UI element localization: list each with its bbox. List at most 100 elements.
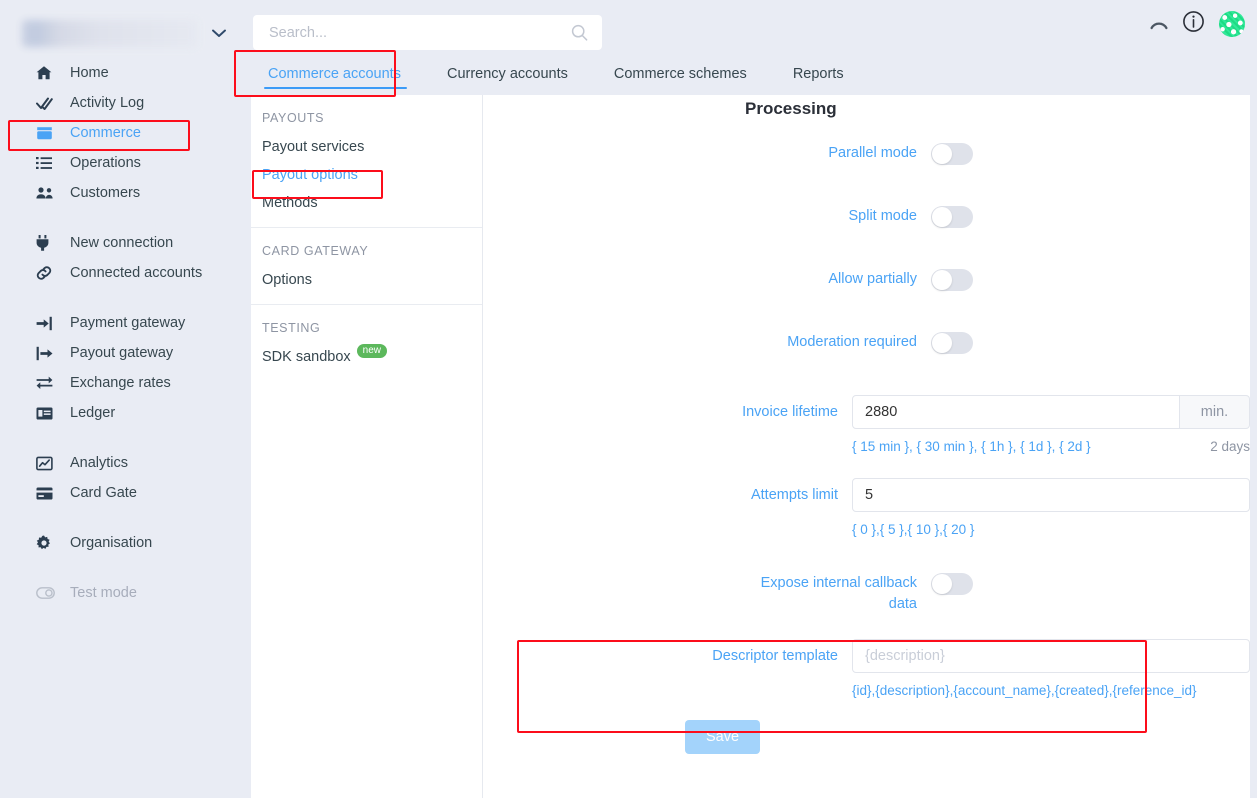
sidebar-item-label: Activity Log — [70, 95, 145, 111]
parallel-mode-toggle[interactable] — [931, 143, 973, 165]
credit-card-icon — [36, 487, 60, 500]
store-icon — [36, 126, 60, 141]
invoice-lifetime-label: Invoice lifetime — [742, 404, 838, 420]
expose-internal-callback-control — [931, 573, 1250, 600]
row-moderation-required: Moderation required — [483, 332, 1250, 359]
save-button[interactable]: Save — [685, 720, 760, 754]
sidebar-item-customers[interactable]: Customers — [0, 178, 251, 208]
search-input[interactable] — [253, 16, 553, 49]
avatar[interactable] — [1219, 11, 1245, 37]
sidebar-item-activity-log[interactable]: Activity Log — [0, 88, 251, 118]
sidebar-item-label: Exchange rates — [70, 375, 171, 391]
chevron-down-icon — [212, 27, 226, 40]
sidebar-item-label: Test mode — [70, 585, 137, 601]
row-descriptor-template: Descriptor template {id},{description},{… — [483, 639, 1250, 698]
sidebar-item-exchange-rates[interactable]: Exchange rates — [0, 368, 251, 398]
sidebar-item-label: Card Gate — [70, 485, 137, 501]
sign-in-icon — [36, 316, 60, 331]
sidebar-item-label: Analytics — [70, 455, 129, 471]
home-icon — [36, 65, 60, 81]
info-circle-icon[interactable] — [1182, 10, 1205, 38]
sidebar-item-new-connection[interactable]: New connection — [0, 228, 251, 258]
invoice-lifetime-unit: min. — [1180, 395, 1250, 429]
row-attempts-limit: Attempts limit { 0 },{ 5 },{ 10 },{ 20 } — [483, 478, 1250, 537]
sidebar-item-ledger[interactable]: Ledger — [0, 398, 251, 428]
subnav-section-payouts: PAYOUTS Payout services Payout options M… — [251, 95, 482, 228]
app-root: Home Activity Log Commerce Operations Cu… — [0, 0, 1257, 798]
descriptor-template-presets[interactable]: {id},{description},{account_name},{creat… — [852, 683, 1197, 698]
toggle-knob — [932, 207, 952, 227]
attempts-limit-presets[interactable]: { 0 },{ 5 },{ 10 },{ 20 } — [852, 522, 974, 537]
sidebar-item-operations[interactable]: Operations — [0, 148, 251, 178]
subnav-item-methods[interactable]: Methods — [251, 189, 482, 217]
subnav-item-payout-options[interactable]: Payout options — [251, 161, 482, 189]
ledger-card-icon — [36, 407, 60, 420]
subnav-section-title: TESTING — [262, 321, 321, 335]
descriptor-template-label: Descriptor template — [712, 648, 838, 664]
tab-currency-accounts[interactable]: Currency accounts — [433, 66, 582, 95]
tab-reports[interactable]: Reports — [779, 66, 858, 95]
settings-subnav: PAYOUTS Payout services Payout options M… — [251, 95, 483, 798]
nav-divider-3 — [0, 428, 251, 448]
org-switcher[interactable] — [22, 18, 228, 49]
search-icon[interactable] — [571, 24, 588, 46]
tab-commerce-schemes[interactable]: Commerce schemes — [600, 66, 761, 95]
tab-bar: Commerce accounts Currency accounts Comm… — [251, 50, 1257, 95]
sidebar-item-label: Home — [70, 65, 109, 81]
tab-commerce-accounts[interactable]: Commerce accounts — [254, 66, 415, 95]
exchange-icon — [36, 376, 60, 390]
list-icon — [36, 156, 60, 170]
subnav-item-options[interactable]: Options — [251, 266, 482, 294]
sidebar-item-home[interactable]: Home — [0, 58, 251, 88]
sign-out-icon — [36, 346, 60, 361]
row-spacer — [483, 615, 1250, 639]
subnav-item-sdk-sandbox[interactable]: SDK sandbox new — [251, 343, 482, 371]
nav-divider-2 — [0, 288, 251, 308]
plug-icon — [36, 235, 60, 251]
moderation-required-label: Moderation required — [787, 334, 917, 350]
tab-label: Reports — [792, 66, 844, 82]
row-spacer — [483, 454, 1250, 478]
sidebar-item-card-gate[interactable]: Card Gate — [0, 478, 251, 508]
sidebar-item-label: Organisation — [70, 535, 153, 551]
page-title: Processing — [745, 99, 837, 118]
search-box[interactable] — [253, 15, 602, 50]
chart-line-icon — [36, 456, 60, 471]
invoice-lifetime-hints: { 15 min }, { 30 min }, { 1h }, { 1d }, … — [852, 439, 1250, 454]
sidebar-item-label: Connected accounts — [70, 265, 203, 281]
sidebar-item-test-mode[interactable]: Test mode — [0, 578, 251, 608]
invoice-lifetime-input-group: min. — [852, 395, 1250, 429]
subnav-item-label: Methods — [262, 195, 318, 211]
sidebar-item-analytics[interactable]: Analytics — [0, 448, 251, 478]
form-rows: Parallel mode Split mode Allow partially — [483, 143, 1250, 754]
expose-internal-callback-toggle[interactable] — [931, 573, 973, 595]
moderation-required-toggle[interactable] — [931, 332, 973, 354]
sidebar-item-commerce[interactable]: Commerce — [0, 118, 251, 148]
tab-label: Commerce schemes — [613, 66, 747, 82]
subnav-item-payout-services[interactable]: Payout services — [251, 133, 482, 161]
descriptor-template-control: {id},{description},{account_name},{creat… — [852, 639, 1250, 698]
chevron-up-icon[interactable] — [1150, 16, 1168, 33]
sidebar-item-connected-accounts[interactable]: Connected accounts — [0, 258, 251, 288]
sidebar-item-payment-gateway[interactable]: Payment gateway — [0, 308, 251, 338]
content-panel: PAYOUTS Payout services Payout options M… — [251, 95, 1250, 798]
subnav-section-card-gateway: CARD GATEWAY Options — [251, 228, 482, 305]
allow-partially-toggle[interactable] — [931, 269, 973, 291]
row-invoice-lifetime: Invoice lifetime min. { 15 min }, { 30 m… — [483, 395, 1250, 454]
invoice-lifetime-presets[interactable]: { 15 min }, { 30 min }, { 1h }, { 1d }, … — [852, 439, 1091, 454]
split-mode-toggle[interactable] — [931, 206, 973, 228]
top-bar — [251, 0, 1257, 50]
attempts-limit-input[interactable] — [852, 478, 1250, 512]
attempts-limit-control: { 0 },{ 5 },{ 10 },{ 20 } — [852, 478, 1250, 537]
sidebar-item-label: Commerce — [70, 125, 141, 141]
subnav-section-title: PAYOUTS — [262, 111, 325, 125]
tab-label: Currency accounts — [446, 66, 568, 82]
invoice-lifetime-input[interactable] — [852, 395, 1180, 429]
attempts-limit-label: Attempts limit — [750, 487, 838, 503]
moderation-required-control — [931, 332, 1250, 359]
descriptor-template-input[interactable] — [852, 639, 1250, 673]
toggle-icon — [36, 587, 60, 599]
sidebar-item-payout-gateway[interactable]: Payout gateway — [0, 338, 251, 368]
top-right-actions — [1150, 10, 1245, 38]
sidebar-item-organisation[interactable]: Organisation — [0, 528, 251, 558]
